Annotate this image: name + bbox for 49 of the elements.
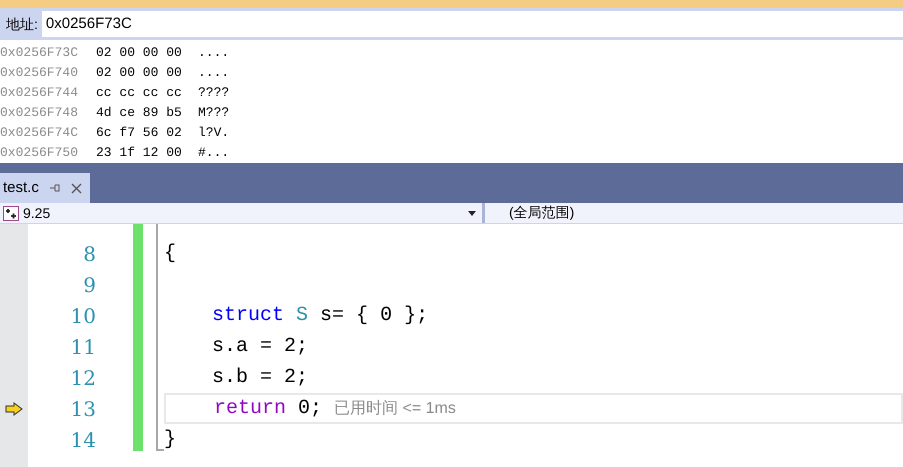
memory-bytes: cc cc cc cc bbox=[96, 84, 183, 102]
scope-dropdown[interactable]: 9.25 bbox=[0, 203, 482, 223]
line-number: 12 bbox=[70, 364, 96, 392]
memory-address: 0x0256F750 bbox=[0, 144, 80, 162]
memory-chars: l?V. bbox=[198, 124, 230, 142]
line-number: 8 bbox=[83, 240, 96, 268]
code-token: s.b = 2; bbox=[212, 364, 308, 390]
editor-tab[interactable]: test.c bbox=[0, 173, 90, 203]
close-icon[interactable] bbox=[70, 182, 82, 194]
dropdown-caret-icon bbox=[468, 210, 476, 216]
address-label: 地址: bbox=[6, 14, 38, 34]
code-token: { bbox=[356, 302, 368, 328]
code-token: 0; bbox=[298, 396, 322, 422]
code-token: return bbox=[214, 396, 286, 422]
memory-bytes: 23 1f 12 00 bbox=[96, 144, 183, 162]
line-number: 13 bbox=[70, 396, 96, 422]
line-number: 11 bbox=[70, 334, 96, 360]
memory-bytes: 4d ce 89 b5 bbox=[96, 104, 183, 122]
address-field[interactable]: 0x0256F73C bbox=[42, 11, 903, 37]
memory-chars: M??? bbox=[198, 104, 230, 122]
pin-icon[interactable] bbox=[48, 183, 61, 193]
memory-address: 0x0256F74C bbox=[0, 124, 80, 142]
scope-text: 9.25 bbox=[23, 204, 52, 222]
context-dropdown[interactable]: (全局范围) bbox=[509, 204, 574, 220]
line-number: 9 bbox=[83, 272, 96, 298]
code-token: } bbox=[164, 426, 176, 452]
code-token: struct bbox=[212, 302, 284, 328]
memory-chars: .... bbox=[198, 64, 230, 82]
memory-bytes: 02 00 00 00 bbox=[96, 64, 183, 82]
tab-label: test.c bbox=[3, 178, 39, 198]
code-token: S bbox=[296, 302, 308, 328]
memory-chars: ???? bbox=[198, 84, 230, 102]
memory-bytes: 6c f7 56 02 bbox=[96, 124, 183, 142]
memory-address: 0x0256F73C bbox=[0, 44, 80, 62]
memory-address: 0x0256F744 bbox=[0, 84, 80, 102]
memory-chars: .... bbox=[198, 44, 230, 62]
memory-address: 0x0256F748 bbox=[0, 104, 80, 122]
elapsed-time-hint: 已用时间 <= 1ms bbox=[334, 398, 456, 418]
code-token: s= bbox=[320, 302, 344, 328]
memory-address: 0x0256F740 bbox=[0, 64, 80, 82]
memory-chars: #... bbox=[198, 144, 230, 162]
line-number: 10 bbox=[70, 302, 96, 330]
code-token: { bbox=[164, 240, 176, 266]
member-icon bbox=[3, 206, 19, 220]
code-token: 0 bbox=[380, 302, 392, 328]
line-number: 14 bbox=[70, 426, 96, 454]
code-token: }; bbox=[404, 302, 428, 328]
memory-bytes: 02 00 00 00 bbox=[96, 44, 183, 62]
code-token: s.a = 2; bbox=[212, 334, 308, 360]
